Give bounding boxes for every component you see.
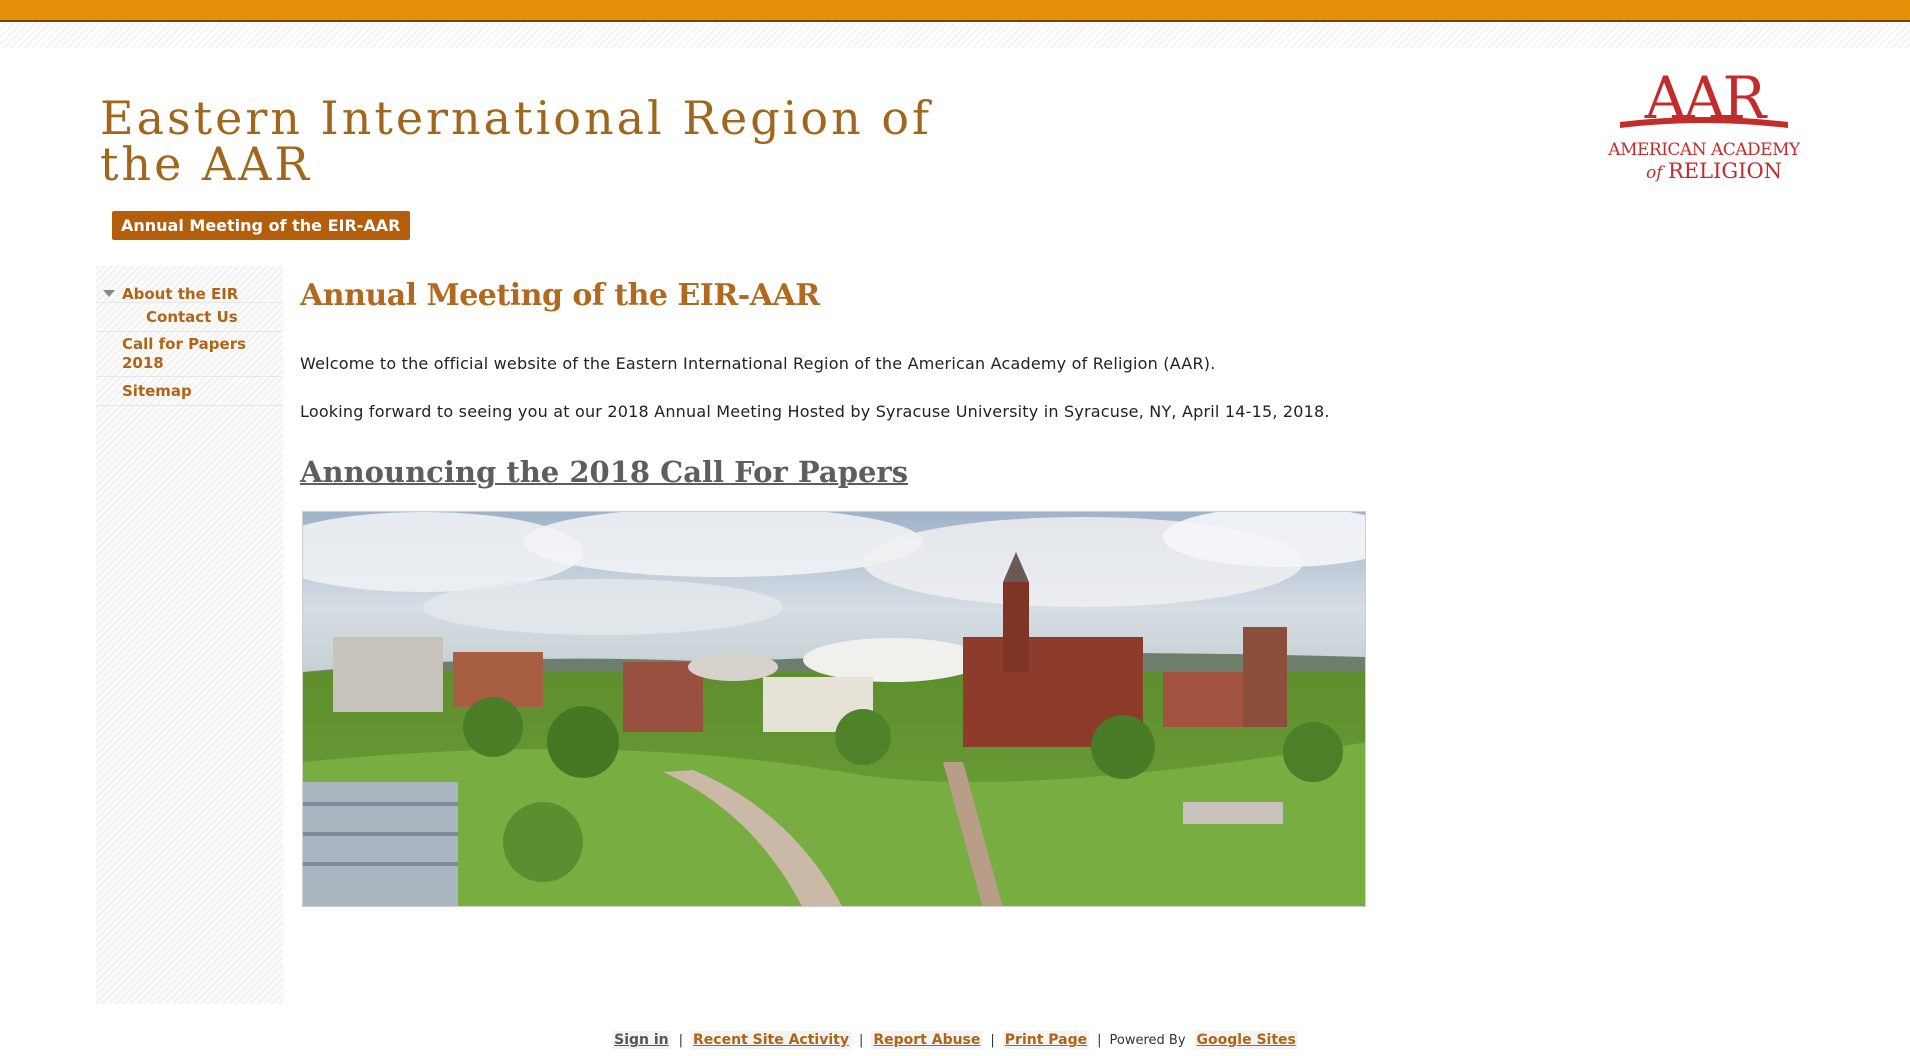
sidebar-item-contact-us[interactable]: Contact Us (96, 303, 283, 332)
aar-logo-graphic: AAR AMERICAN ACADEMY of RELIGION (1608, 64, 1800, 183)
footer-separator: | (990, 1033, 995, 1048)
sidebar-item-sitemap[interactable]: Sitemap (96, 377, 283, 406)
sidebar-item-label: Contact Us (146, 308, 238, 326)
footer-separator: | (1097, 1033, 1102, 1048)
call-for-papers-link[interactable]: Announcing the 2018 Call For Papers (300, 452, 908, 492)
logo-line3-text: RELIGION (1668, 159, 1782, 183)
logo-of-text: of (1646, 163, 1665, 183)
top-bar-shadow (0, 22, 1910, 48)
report-abuse-link[interactable]: Report Abuse (871, 1031, 983, 1049)
expand-arrow-icon[interactable] (103, 290, 115, 297)
sidebar-item-call-for-papers-2018[interactable]: Call for Papers 2018 (96, 332, 283, 377)
powered-by-text: Powered By (1109, 1033, 1186, 1048)
logo-line2-text: AMERICAN ACADEMY (1608, 140, 1800, 160)
sidebar-item-label: Sitemap (122, 382, 192, 400)
welcome-text: Welcome to the official website of the E… (300, 354, 1216, 373)
sidebar-item-about-the-eir[interactable]: About the EIR (96, 274, 283, 303)
aar-logo[interactable]: AAR AMERICAN ACADEMY of RELIGION (1608, 60, 1800, 190)
meeting-info-text: Looking forward to seeing you at our 201… (300, 402, 1330, 421)
google-sites-link[interactable]: Google Sites (1194, 1031, 1298, 1049)
campus-photo (302, 511, 1366, 907)
footer-separator: | (858, 1033, 864, 1048)
sidebar-nav: About the EIR Contact Us Call for Papers… (96, 266, 283, 1004)
campus-photo-graphic (303, 512, 1365, 906)
page-title: Annual Meeting of the EIR-AAR (300, 278, 820, 313)
footer-separator: | (678, 1033, 684, 1048)
recent-site-activity-link[interactable]: Recent Site Activity (691, 1031, 851, 1049)
site-title: Eastern International Region of the AAR (100, 91, 933, 191)
tab-annual-meeting[interactable]: Annual Meeting of the EIR-AAR (112, 211, 410, 240)
sign-in-link[interactable]: Sign in (612, 1031, 671, 1049)
sidebar-item-label: Call for Papers 2018 (122, 335, 247, 372)
sidebar-item-label: About the EIR (122, 285, 239, 303)
top-accent-bar (0, 0, 1910, 22)
print-page-link[interactable]: Print Page (1002, 1031, 1090, 1049)
footer: Sign in | Recent Site Activity | Report Abus… (0, 1029, 1910, 1051)
